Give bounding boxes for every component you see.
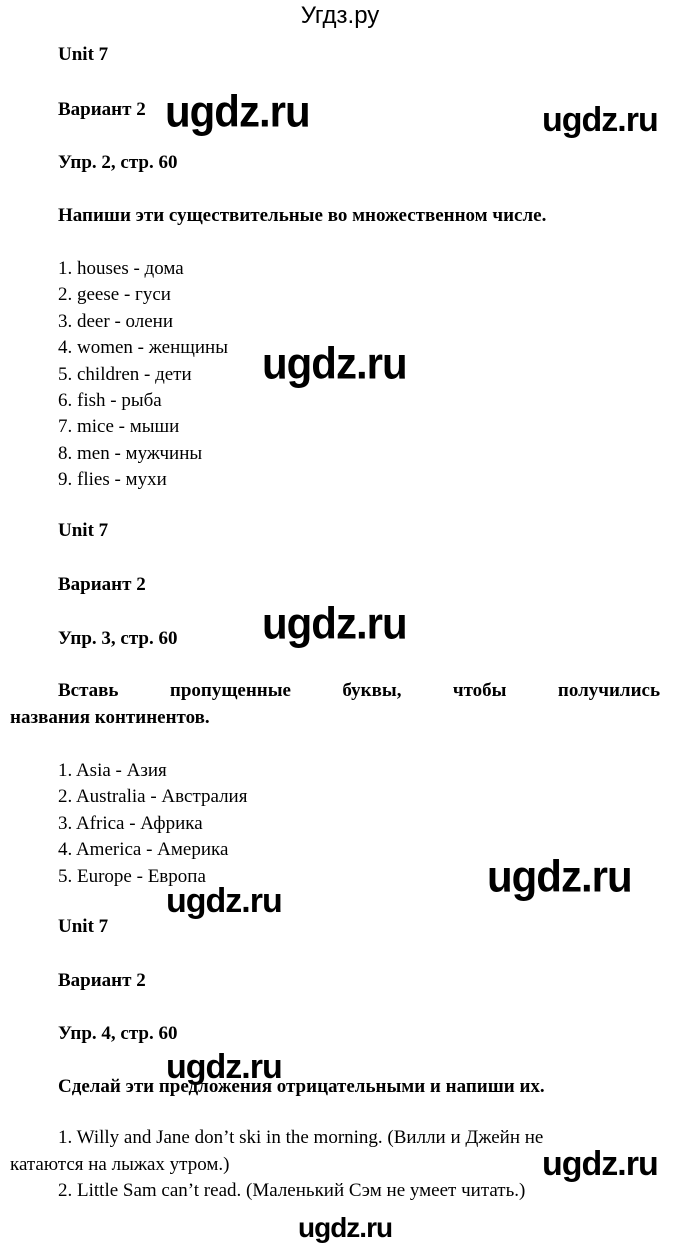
task-instruction: Сделай эти предложения отрицательными и … [58,1076,545,1097]
list-item: 8. men - мужчины [58,442,203,464]
task-instruction: Напиши эти существительные во множествен… [58,205,547,226]
answer-list: 1. houses - дома 2. geese - гуси 3. deer… [58,256,228,494]
list-item: 3. Africa - Африка [58,812,203,834]
exercise-heading: Упр. 3, стр. 60 [58,628,178,649]
list-item: 9. flies - мухи [58,469,167,491]
watermark: ugdz.ru [542,1145,659,1183]
watermark: ugdz.ru [487,851,633,902]
list-item: 7. mice - мыши [58,416,180,438]
answer-list: 1. Asia - Азия 2. Australia - Австралия … [58,758,247,890]
watermark: ugdz.ru [165,86,311,137]
answer-sentence-1-line1: 1. Willy and Jane don’t ski in the morni… [58,1127,544,1148]
unit-heading: Unit 7 [58,520,109,541]
watermark: ugdz.ru [298,1212,393,1243]
list-item: 2. geese - гуси [58,284,171,306]
site-title: Угдз.ру [300,2,380,29]
answer-sentence-1-line2: катаются на лыжах утром.) [10,1154,230,1175]
list-item: 2. Australia - Австралия [58,786,248,808]
watermark: ugdz.ru [166,882,283,920]
answer-sentence-2: 2. Little Sam can’t read. (Маленький Сэм… [58,1180,526,1201]
list-item: 1. houses - дома [58,258,184,279]
unit-heading: Unit 7 [58,916,109,937]
watermark: ugdz.ru [262,338,408,389]
task-instruction-line1: Вставь пропущенные буквы, чтобы получили… [58,680,660,701]
list-item: 3. deer - олени [58,310,174,332]
exercise-heading: Упр. 2, стр. 60 [58,152,178,173]
variant-heading: Вариант 2 [58,970,146,991]
watermark: ugdz.ru [166,1048,283,1086]
list-item: 4. America - Америка [58,839,229,861]
variant-heading: Вариант 2 [58,574,146,595]
variant-heading: Вариант 2 [58,99,146,120]
list-item: 5. children - дети [58,363,192,385]
list-item: 1. Asia - Азия [58,760,167,781]
list-item: 4. women - женщины [58,337,228,359]
task-instruction-line2: названия континентов. [10,707,210,728]
list-item: 6. fish - рыба [58,390,162,412]
watermark: ugdz.ru [262,598,408,649]
watermark: ugdz.ru [542,101,659,139]
unit-heading: Unit 7 [58,44,109,65]
exercise-heading: Упр. 4, стр. 60 [58,1023,178,1044]
